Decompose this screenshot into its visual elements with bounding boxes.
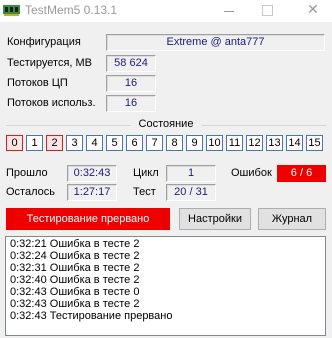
- state-cell: 14: [286, 135, 303, 151]
- state-cell: 7: [146, 135, 163, 151]
- title-bar[interactable]: TestMem5 0.13.1 ✕: [0, 0, 332, 22]
- state-divider-right: [202, 125, 326, 126]
- maximize-button[interactable]: [250, 0, 294, 22]
- errors-label: Ошибок: [231, 167, 272, 179]
- cycle-label: Цикл: [133, 167, 159, 179]
- state-cell: 9: [186, 135, 203, 151]
- log-entry: 0:32:43 Ошибка в тесте 2: [10, 298, 140, 310]
- state-cell: 8: [166, 135, 183, 151]
- state-cells: 0 1 2 3 4 5 6 7 8 9 10 11 12 13 14 15: [6, 135, 326, 152]
- state-title: Состояние: [138, 118, 194, 130]
- config-value: Extreme @ anta777: [106, 34, 325, 51]
- state-cell: 1: [26, 135, 43, 151]
- errors-value: 6 / 6: [277, 165, 326, 182]
- cycle-value: 1: [166, 165, 216, 182]
- state-cell: 11: [226, 135, 243, 151]
- log-entry: 0:32:24 Ошибка в тесте 2: [10, 250, 140, 262]
- log-list[interactable]: 0:32:21 Ошибка в тесте 2 0:32:24 Ошибка в…: [5, 236, 326, 336]
- status-indicator: Тестирование прервано: [6, 208, 170, 230]
- close-icon: ✕: [307, 1, 319, 17]
- window-title: TestMem5 0.13.1: [25, 3, 118, 17]
- state-cell: 4: [86, 135, 103, 151]
- config-label: Конфигурация: [7, 36, 81, 48]
- log-entry: 0:32:31 Ошибка в тесте 2: [10, 262, 140, 274]
- remaining-label: Осталось: [6, 186, 55, 198]
- log-entry: 0:32:21 Ошибка в тесте 2: [10, 238, 140, 250]
- test-value: 20 / 31: [166, 184, 216, 201]
- state-cell: 10: [206, 135, 223, 151]
- settings-button[interactable]: Настройки: [179, 208, 251, 230]
- state-cell: 0: [6, 135, 23, 151]
- threads-used-label: Потоков использ.: [7, 97, 96, 109]
- elapsed-value: 0:32:43: [67, 165, 117, 182]
- state-cell: 6: [126, 135, 143, 151]
- state-cell: 5: [106, 135, 123, 151]
- state-cell: 12: [246, 135, 263, 151]
- elapsed-label: Прошло: [6, 167, 48, 179]
- cpu-threads-label: Потоков ЦП: [7, 77, 68, 89]
- minimize-button[interactable]: [206, 0, 250, 22]
- log-entry: 0:32:43 Тестирование прервано: [10, 310, 173, 322]
- remaining-value: 1:27:17: [67, 184, 117, 201]
- state-cell: 15: [306, 135, 323, 151]
- close-button[interactable]: ✕: [290, 0, 332, 22]
- test-label: Тест: [133, 186, 156, 198]
- main-panel: Конфигурация Extreme @ anta777 Тестирует…: [0, 22, 332, 338]
- state-cell: 2: [46, 135, 63, 151]
- tested-label: Тестируется, MB: [7, 57, 93, 69]
- log-entry: 0:32:43 Ошибка в тесте 0: [10, 286, 140, 298]
- state-cell: 3: [66, 135, 83, 151]
- threads-used-value: 16: [106, 95, 156, 112]
- journal-button[interactable]: Журнал: [258, 208, 326, 230]
- log-entry: 0:32:40 Ошибка в тесте 2: [10, 274, 140, 286]
- state-cell: 13: [266, 135, 283, 151]
- cpu-threads-value: 16: [106, 75, 156, 92]
- memory-module-icon: [3, 5, 20, 16]
- tested-value: 58 624: [106, 55, 156, 72]
